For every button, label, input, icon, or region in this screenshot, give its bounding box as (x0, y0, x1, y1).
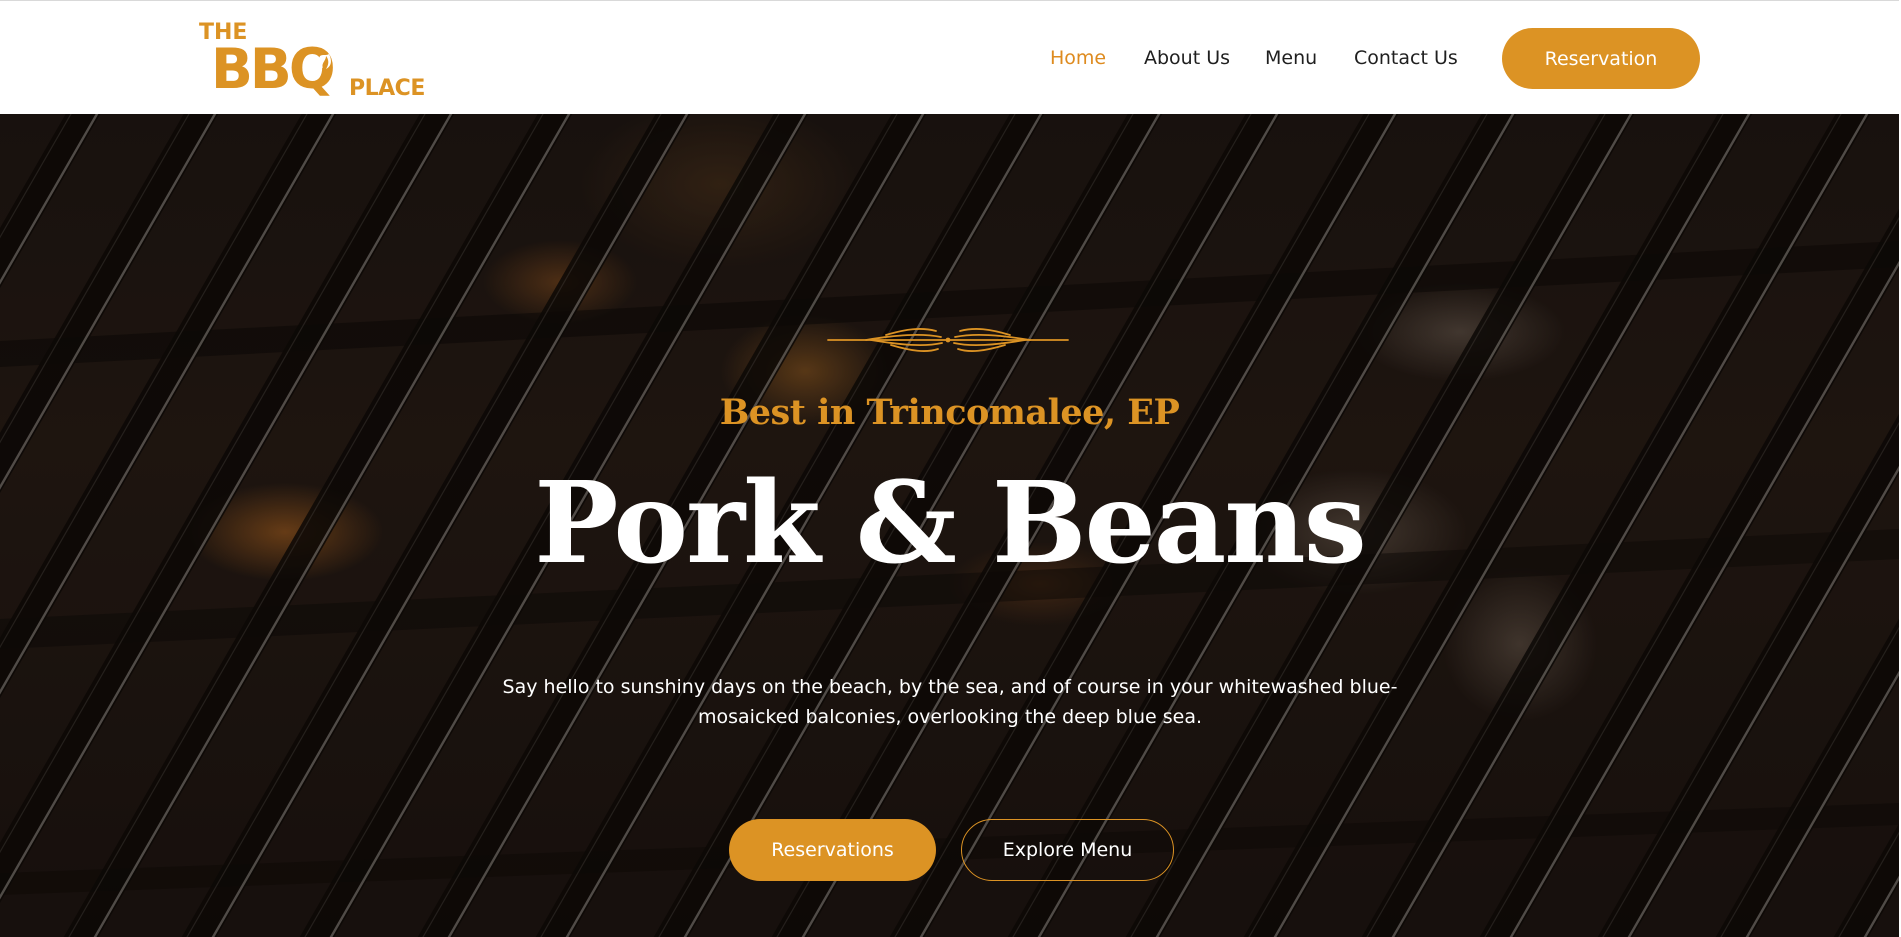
explore-menu-button[interactable]: Explore Menu (961, 819, 1174, 881)
reservation-button[interactable]: Reservation (1502, 28, 1700, 89)
hero-title: Pork & Beans (534, 458, 1367, 589)
nav-about-us[interactable]: About Us (1144, 47, 1230, 69)
nav-contact-us[interactable]: Contact Us (1354, 47, 1458, 69)
hero-tagline: Best in Trincomalee, EP (719, 392, 1180, 433)
nav-home[interactable]: Home (1050, 47, 1106, 69)
bbq-place-logo[interactable]: THE BBQ PLACE (199, 18, 429, 100)
wheat-divider-icon (827, 328, 1069, 352)
svg-text:BBQ: BBQ (211, 37, 333, 100)
nav-menu[interactable]: Menu (1265, 47, 1317, 69)
hero-section: Best in Trincomalee, EP Pork & Beans Say… (0, 114, 1899, 937)
reservations-button[interactable]: Reservations (729, 819, 936, 881)
svg-text:PLACE: PLACE (349, 76, 425, 100)
site-header: THE BBQ PLACE Home About Us Menu Contact… (0, 0, 1901, 114)
hero-description: Say hello to sunshiny days on the beach,… (502, 676, 1398, 728)
